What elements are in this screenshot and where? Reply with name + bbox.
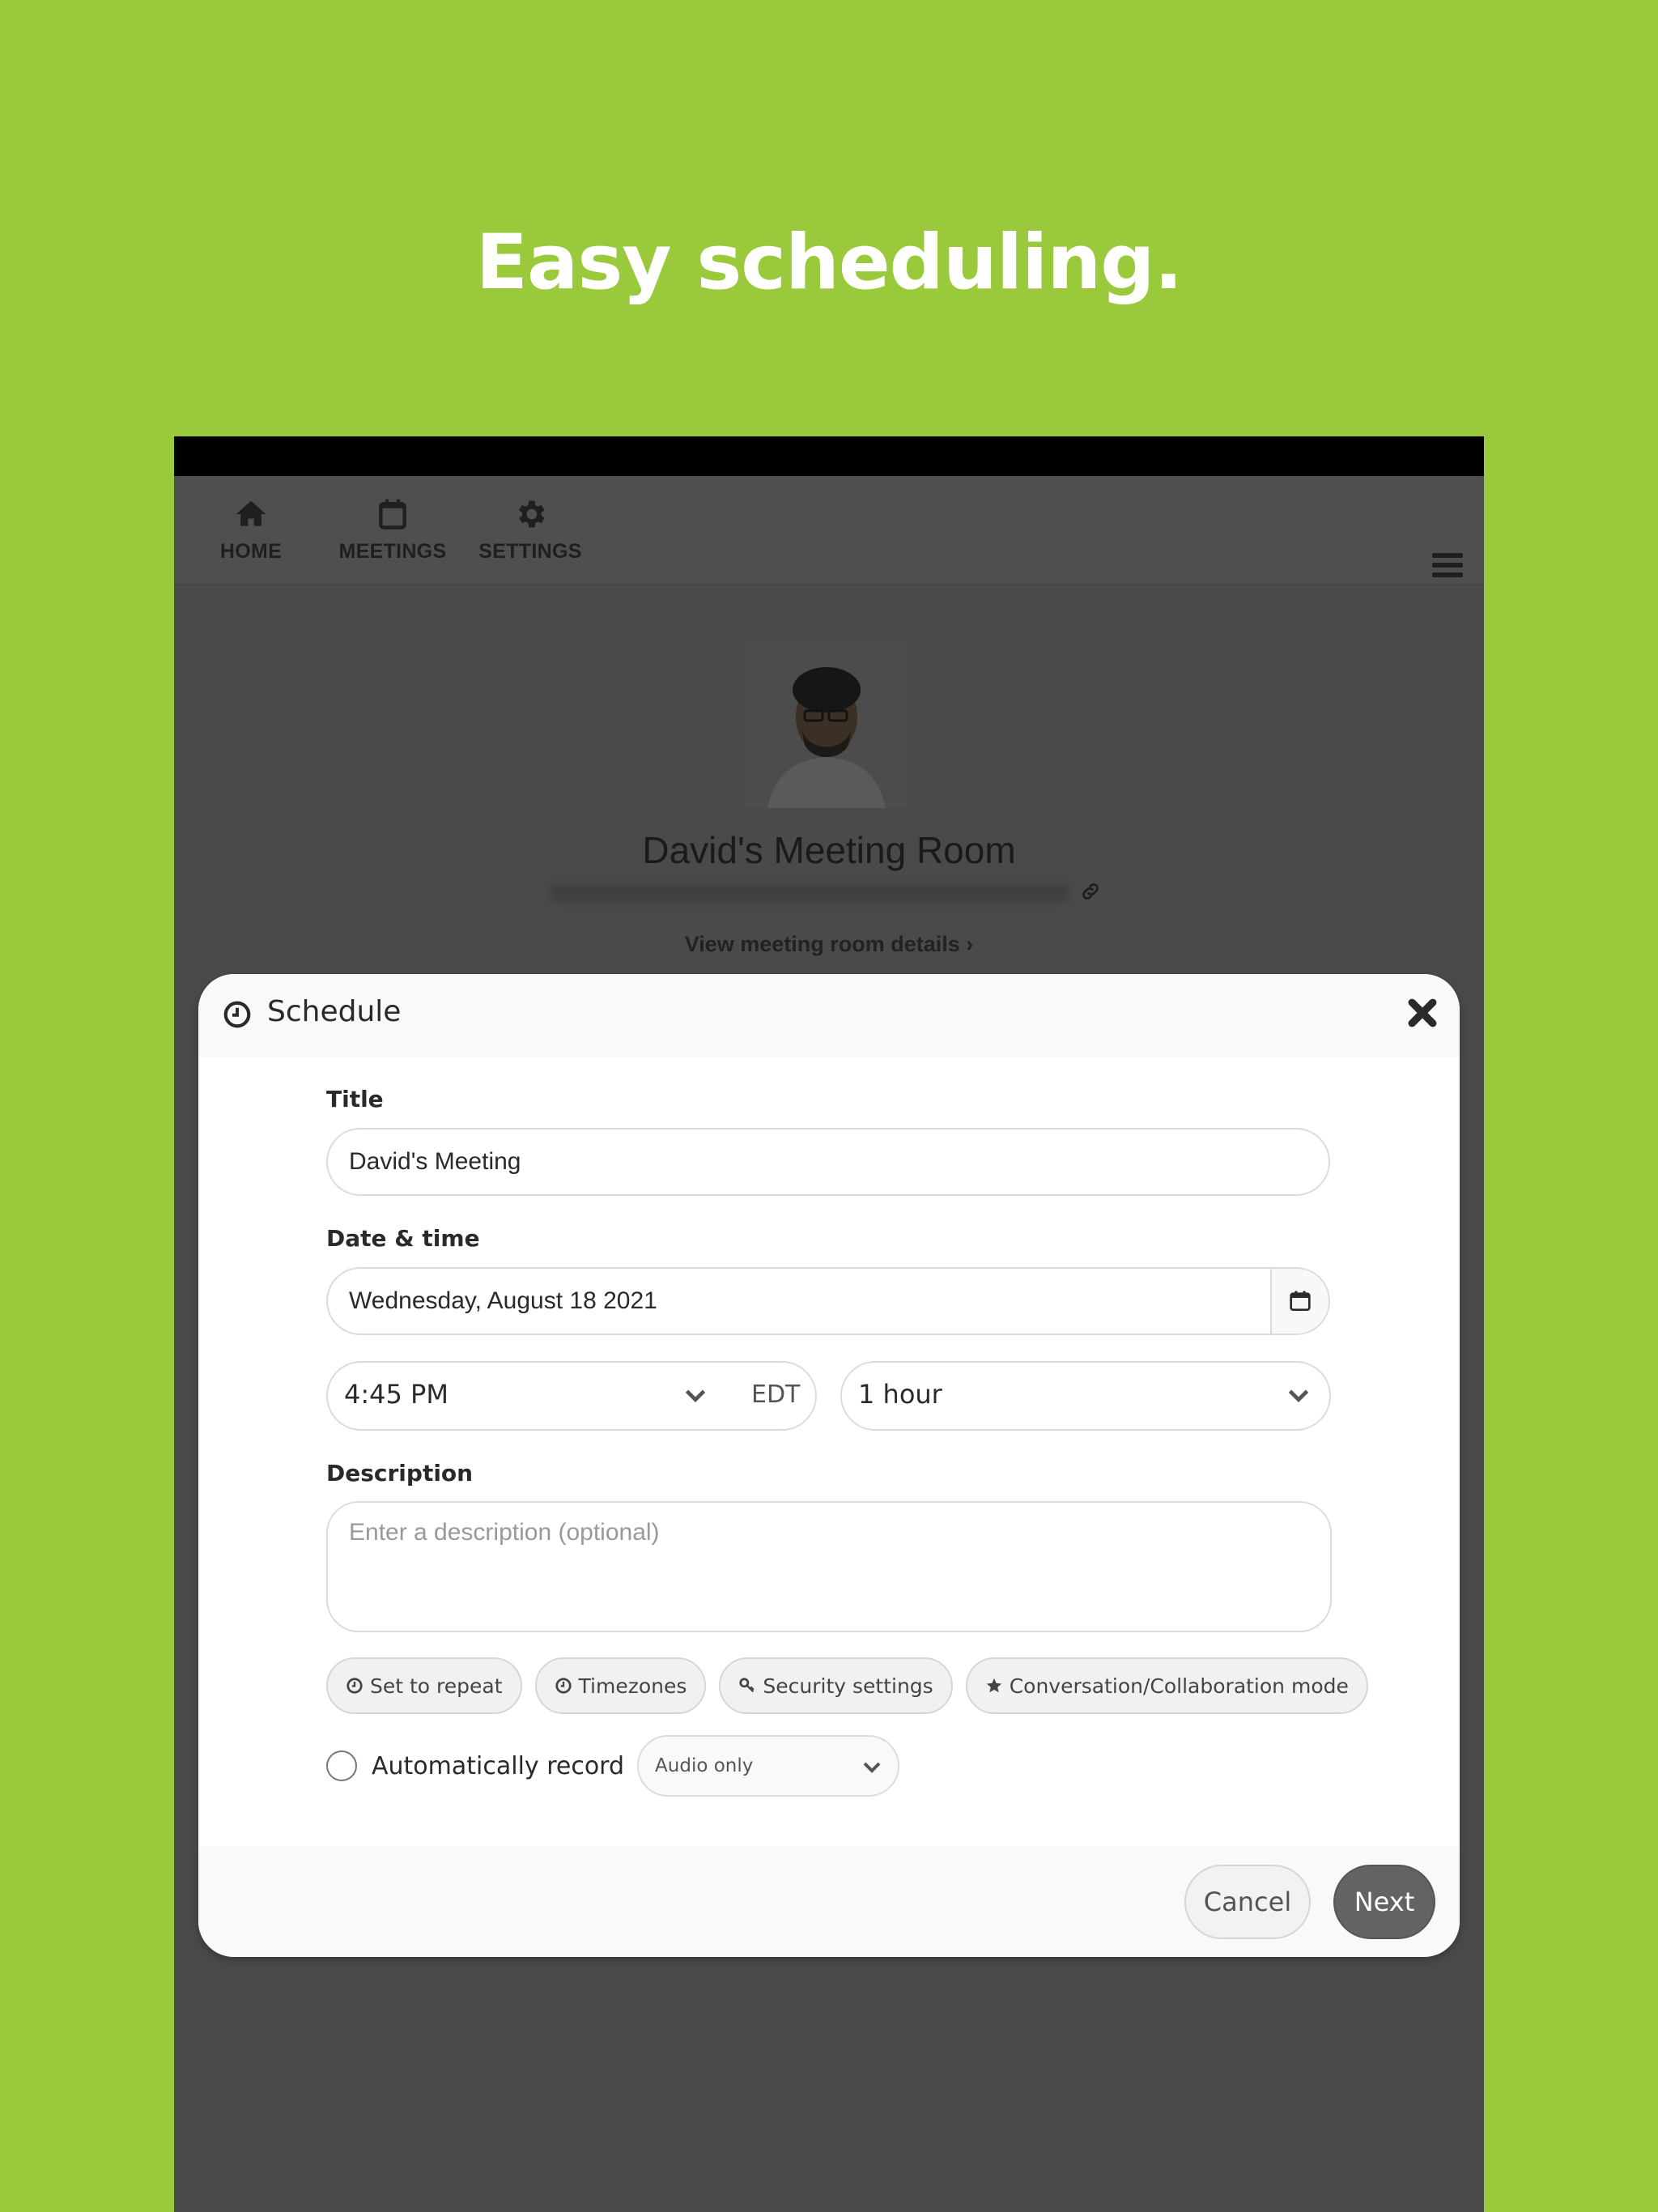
room-name: David's Meeting Room (642, 829, 1016, 871)
time-value: 4:45 PM (344, 1379, 449, 1410)
profile-photo (743, 640, 910, 808)
calendar-icon (1290, 1291, 1311, 1311)
chevron-down-icon (1288, 1389, 1309, 1402)
modal-footer: Cancel Next (198, 1847, 1460, 1957)
chip-label: Conversation/Collaboration mode (1009, 1674, 1349, 1698)
duration-value: 1 hour (858, 1379, 942, 1410)
star-icon (986, 1678, 1001, 1693)
title-label: Title (326, 1086, 384, 1112)
nav-home-label: HOME (219, 540, 283, 563)
auto-record-label: Automatically record (372, 1751, 625, 1780)
clock-icon (346, 1678, 363, 1694)
auto-record-row: Automatically record Audio only (326, 1735, 900, 1797)
link-icon[interactable] (1079, 880, 1102, 903)
date-value: Wednesday, August 18 2021 (349, 1287, 657, 1314)
set-to-repeat-button[interactable]: Set to repeat (326, 1657, 522, 1714)
avatar (743, 640, 910, 808)
key-icon (739, 1678, 755, 1693)
headline: Easy scheduling. (475, 219, 1184, 307)
top-nav: HOME MEETINGS SETTINGS (174, 476, 1484, 585)
option-chips: Set to repeat Timezones Security setting… (326, 1657, 1368, 1714)
view-room-details-link[interactable]: View meeting room details › (174, 932, 1484, 957)
title-input[interactable]: David's Meeting (326, 1128, 1330, 1196)
clock-icon (555, 1678, 572, 1694)
chip-label: Security settings (763, 1674, 933, 1698)
chip-label: Set to repeat (370, 1674, 503, 1698)
close-icon[interactable] (1405, 995, 1440, 1031)
time-select[interactable]: 4:45 PM EDT (326, 1361, 817, 1431)
nav-meetings-label: MEETINGS (338, 540, 447, 563)
calendar-icon (379, 499, 406, 530)
date-picker-button[interactable] (1270, 1269, 1329, 1334)
cancel-button[interactable]: Cancel (1184, 1865, 1311, 1939)
record-mode-select[interactable]: Audio only (637, 1735, 900, 1797)
nav-meetings[interactable]: MEETINGS (316, 476, 470, 584)
chip-label: Timezones (578, 1674, 687, 1698)
record-mode-value: Audio only (655, 1755, 754, 1776)
security-settings-button[interactable]: Security settings (719, 1657, 953, 1714)
description-placeholder: Enter a description (optional) (349, 1519, 660, 1546)
nav-settings[interactable]: SETTINGS (457, 476, 603, 584)
room-link-blurred (551, 884, 1069, 902)
title-value: David's Meeting (349, 1148, 521, 1175)
date-input[interactable]: Wednesday, August 18 2021 (326, 1267, 1330, 1335)
duration-select[interactable]: 1 hour (840, 1361, 1331, 1431)
clock-icon (223, 1001, 251, 1028)
chevron-down-icon (685, 1389, 706, 1402)
hamburger-icon[interactable] (1432, 553, 1463, 582)
timezone-label: EDT (751, 1380, 801, 1409)
datetime-label: Date & time (326, 1225, 480, 1252)
chevron-down-icon (863, 1762, 881, 1773)
timezones-button[interactable]: Timezones (534, 1657, 707, 1714)
auto-record-checkbox[interactable] (326, 1750, 357, 1781)
description-input[interactable]: Enter a description (optional) (326, 1501, 1332, 1632)
nav-settings-label: SETTINGS (478, 540, 582, 563)
gear-icon (519, 500, 545, 528)
description-label: Description (326, 1460, 474, 1487)
home-icon (236, 500, 266, 526)
nav-home[interactable]: HOME (198, 476, 304, 584)
modal-header: Schedule (198, 974, 1460, 1057)
status-bar (174, 436, 1484, 476)
conversation-mode-button[interactable]: Conversation/Collaboration mode (965, 1657, 1368, 1714)
modal-title: Schedule (267, 995, 402, 1028)
schedule-modal: Schedule Title David's Meeting Date & ti… (198, 974, 1460, 1957)
next-button[interactable]: Next (1333, 1865, 1435, 1939)
